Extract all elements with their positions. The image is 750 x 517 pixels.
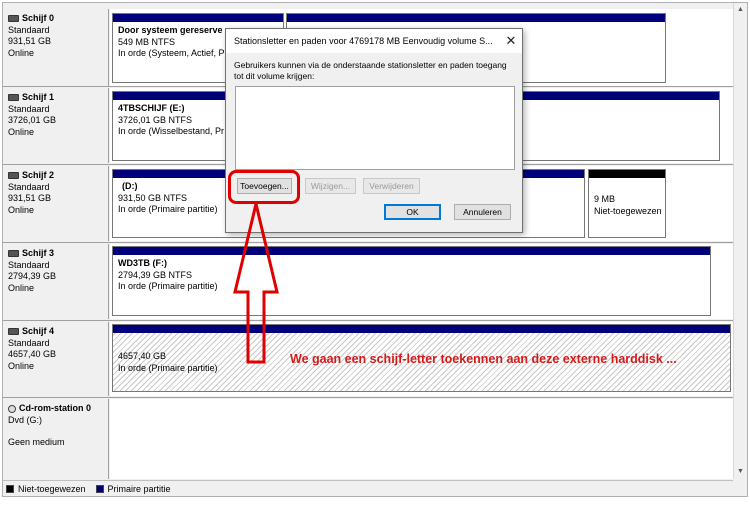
disk-status: Online bbox=[8, 204, 35, 215]
annotation-text: We gaan een schijf-letter toekennen aan … bbox=[290, 352, 677, 366]
disk-2-info[interactable]: Schijf 2 Standaard 931,51 GB Online bbox=[3, 166, 109, 241]
partition-status: Niet-toegewezen bbox=[594, 205, 662, 216]
highlight-box bbox=[228, 170, 300, 204]
row-divider bbox=[3, 397, 733, 398]
cancel-button[interactable]: Annuleren bbox=[454, 204, 511, 220]
primary-swatch bbox=[95, 484, 104, 493]
row-divider bbox=[3, 242, 733, 243]
disk-name: Schijf 1 bbox=[22, 92, 55, 102]
disk-name: Schijf 4 bbox=[22, 326, 55, 336]
hard-disk-icon bbox=[8, 328, 19, 336]
hard-disk-icon bbox=[8, 94, 19, 102]
disk-type: Standaard bbox=[8, 103, 50, 114]
disk-status: Online bbox=[8, 126, 35, 137]
change-button[interactable]: Wijzigen... bbox=[305, 178, 356, 194]
disk-name: Cd-rom-station 0 bbox=[19, 403, 91, 413]
legend-primary: Primaire partitie bbox=[107, 483, 171, 494]
disk-status: Online bbox=[8, 360, 35, 371]
partition-type-bar bbox=[113, 325, 730, 333]
disk-size: 931,51 GB bbox=[8, 36, 52, 46]
disk-name: Schijf 2 bbox=[22, 170, 55, 180]
partition-type-bar bbox=[589, 170, 665, 178]
row-divider bbox=[3, 320, 733, 321]
disk-size: 4657,40 GB bbox=[8, 349, 57, 359]
disk-type: Dvd (G:) bbox=[8, 414, 43, 425]
disk-type: Standaard bbox=[8, 259, 50, 270]
cd-rom-icon bbox=[8, 404, 16, 413]
disk-type: Standaard bbox=[8, 24, 50, 35]
dialog-title: Stationsletter en paden voor 4769178 MB … bbox=[226, 29, 522, 53]
disk-type: Standaard bbox=[8, 181, 50, 192]
partition-size: 2794,39 GB NTFS bbox=[118, 269, 193, 280]
dialog-description: Gebruikers kunnen via de onderstaande st… bbox=[234, 60, 507, 81]
disk-name: Schijf 0 bbox=[22, 13, 55, 23]
legend: Niet-toegewezen Primaire partitie bbox=[3, 480, 733, 496]
drive-paths-list[interactable] bbox=[235, 86, 515, 170]
disk-4-info[interactable]: Schijf 4 Standaard 4657,40 GB Online bbox=[3, 322, 109, 396]
partition-title: WD3TB (F:) bbox=[118, 258, 167, 268]
partition-unallocated[interactable]: 9 MB Niet-toegewezen bbox=[588, 169, 666, 238]
cdrom-0-volumes bbox=[110, 399, 733, 479]
arrow-up-icon bbox=[233, 203, 279, 364]
disk-0-info[interactable]: Schijf 0 Standaard 931,51 GB Online bbox=[3, 9, 109, 86]
disk-1-info[interactable]: Schijf 1 Standaard 3726,01 GB Online bbox=[3, 88, 109, 163]
partition-f[interactable]: WD3TB (F:) 2794,39 GB NTFS In orde (Prim… bbox=[112, 246, 711, 316]
vertical-scrollbar[interactable] bbox=[733, 3, 747, 479]
legend-unallocated: Niet-toegewezen bbox=[18, 483, 86, 494]
unallocated-swatch bbox=[6, 484, 14, 493]
disk-status: Online bbox=[8, 282, 35, 293]
close-icon[interactable]: ✕ bbox=[502, 32, 520, 50]
disk-status: Geen medium bbox=[8, 437, 65, 447]
remove-button[interactable]: Verwijderen bbox=[363, 178, 420, 194]
scroll-up-icon[interactable]: ▲ bbox=[735, 4, 746, 16]
hard-disk-icon bbox=[8, 15, 19, 23]
partition-type-bar bbox=[287, 14, 665, 22]
scroll-down-icon[interactable]: ▼ bbox=[735, 466, 746, 478]
disk-3-info[interactable]: Schijf 3 Standaard 2794,39 GB Online bbox=[3, 244, 109, 319]
partition-type-bar bbox=[113, 14, 283, 22]
partition-type-bar bbox=[113, 247, 710, 255]
ok-button[interactable]: OK bbox=[384, 204, 441, 220]
disk-size: 931,51 GB bbox=[8, 193, 52, 203]
cdrom-0-info[interactable]: Cd-rom-station 0 Dvd (G:) Geen medium bbox=[3, 399, 109, 479]
partition-status: In orde (Primaire partitie) bbox=[118, 281, 218, 291]
disk-type: Standaard bbox=[8, 337, 50, 348]
hard-disk-icon bbox=[8, 250, 19, 258]
disk-status: Online bbox=[8, 47, 35, 58]
partition-size: 9 MB bbox=[594, 194, 616, 204]
disk-size: 2794,39 GB bbox=[8, 271, 57, 281]
disk-name: Schijf 3 bbox=[22, 248, 55, 258]
hard-disk-icon bbox=[8, 172, 19, 180]
disk-size: 3726,01 GB bbox=[8, 115, 57, 125]
